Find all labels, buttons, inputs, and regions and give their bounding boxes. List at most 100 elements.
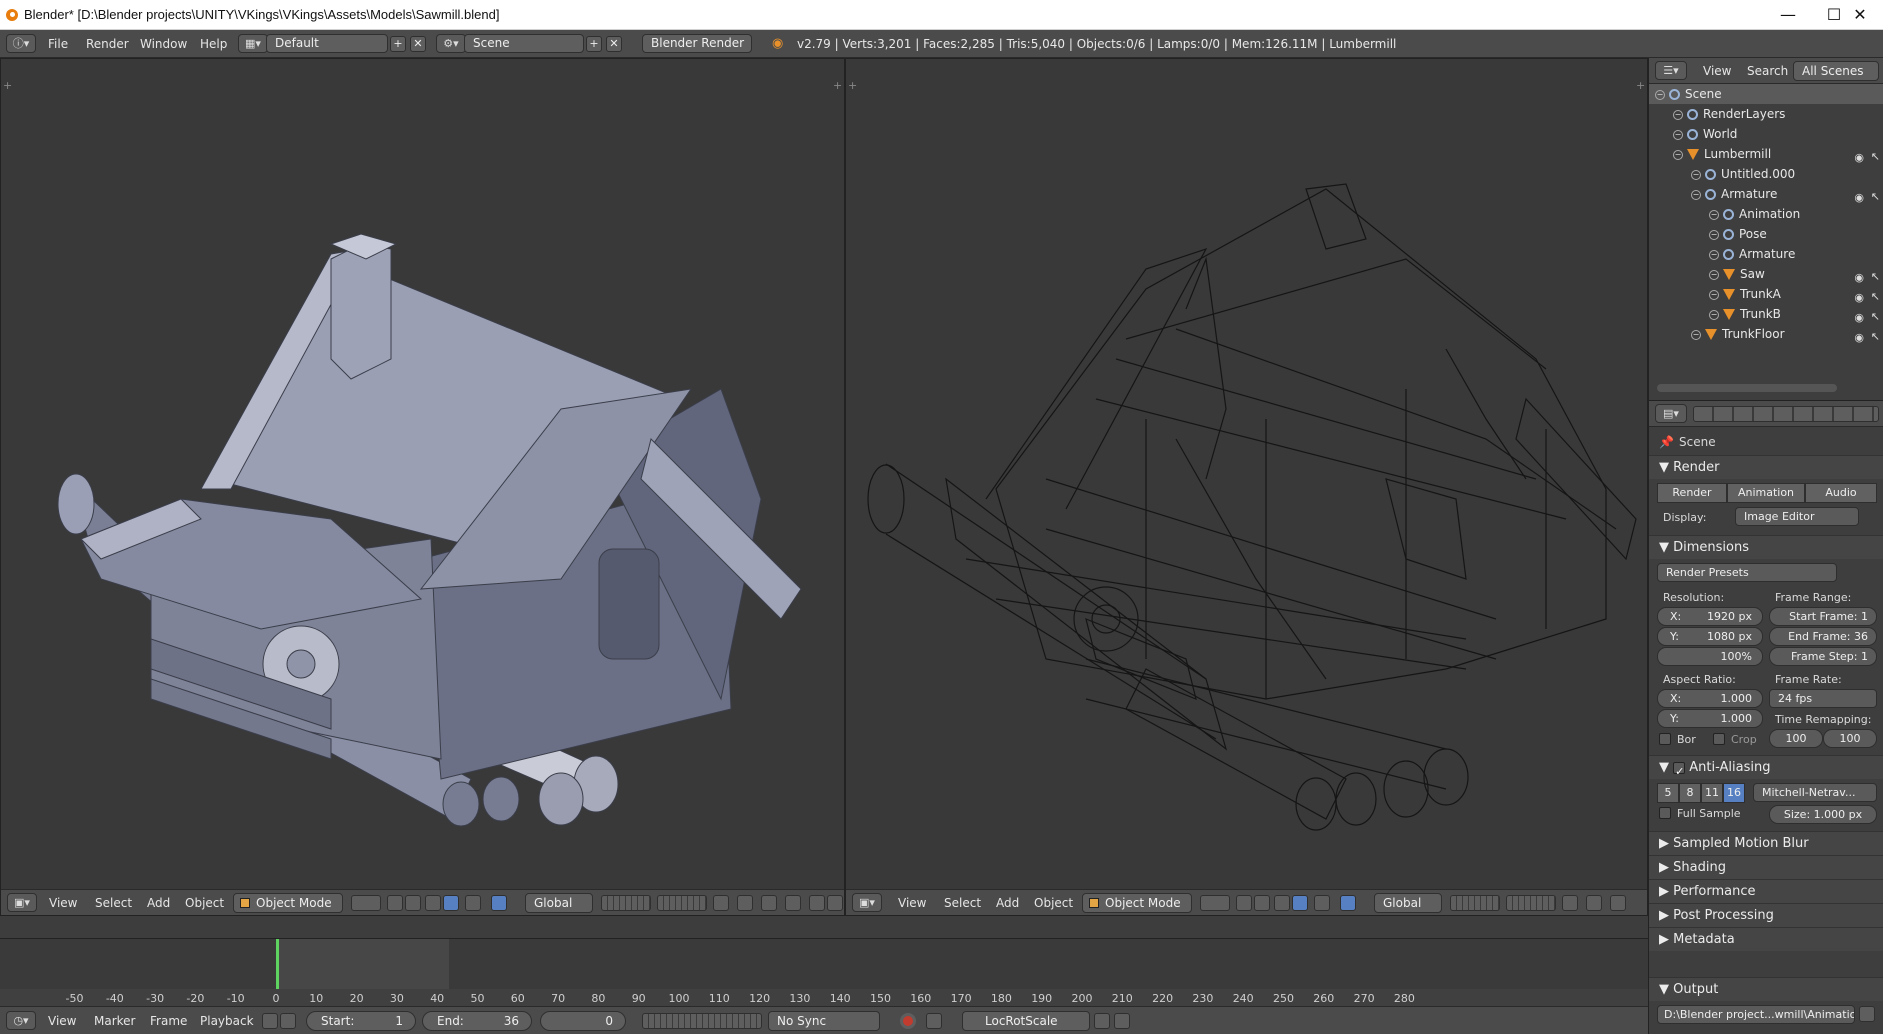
expand-toggle-icon[interactable]: −	[1673, 149, 1683, 160]
menu-object[interactable]: Object	[1034, 896, 1073, 910]
collapsed-panel-header[interactable]: ▶ Post Processing	[1649, 903, 1883, 927]
filter-size-field[interactable]: Size: 1.000 px	[1769, 805, 1877, 824]
output-panel-header[interactable]: ▼ Output	[1649, 977, 1883, 1001]
menu-view[interactable]: View	[49, 896, 77, 910]
viewport-left[interactable]: + + ▣▾ View Select Add Object Object Mod…	[0, 58, 845, 916]
outliner-item[interactable]: − TrunkB ◉ ↖	[1649, 304, 1883, 324]
expand-toggle-icon[interactable]: −	[1655, 89, 1665, 100]
editor-type-3d-icon[interactable]: ▣▾	[852, 893, 882, 912]
expand-toggle-icon[interactable]: −	[1691, 189, 1701, 200]
proportional-edit-icon[interactable]	[737, 895, 753, 911]
outliner-item[interactable]: − Lumbermill ◉ ↖	[1649, 144, 1883, 164]
opengl-anim-icon[interactable]	[827, 895, 843, 911]
selectable-cursor-icon[interactable]: ↖	[1871, 327, 1880, 347]
aa-sample-16[interactable]: 16	[1723, 783, 1745, 803]
proportional-edit-icon[interactable]	[1586, 895, 1602, 911]
remove-scene-icon[interactable]: ✕	[606, 36, 622, 52]
viewport-shading-icon[interactable]	[1200, 895, 1230, 911]
menu-add[interactable]: Add	[996, 896, 1019, 910]
expand-toggle-icon[interactable]: −	[1709, 289, 1719, 300]
keying-set-select[interactable]: LocRotScale	[962, 1011, 1090, 1031]
editor-type-properties-icon[interactable]: ▤▾	[1655, 404, 1687, 423]
preview-range-icon[interactable]	[262, 1013, 278, 1029]
add-scene-icon[interactable]: +	[586, 36, 602, 52]
render-panel-header[interactable]: ▼ Render	[1649, 455, 1883, 479]
animation-button[interactable]: Animation	[1727, 483, 1805, 503]
insert-keyframe-icon[interactable]	[1094, 1013, 1110, 1029]
layers-grid-1[interactable]	[601, 895, 651, 911]
pivot-point-icon[interactable]	[1236, 895, 1252, 911]
audio-button[interactable]: Audio	[1805, 483, 1877, 503]
layers-grid-1[interactable]	[1450, 895, 1500, 911]
current-frame-cursor[interactable]	[276, 939, 279, 995]
aa-sample-8[interactable]: 8	[1679, 783, 1701, 803]
translate-manipulator-icon[interactable]	[1274, 895, 1290, 911]
outliner-scrollbar[interactable]	[1657, 384, 1837, 392]
outliner-item[interactable]: − Scene	[1649, 84, 1883, 104]
outliner-item[interactable]: − TrunkA ◉ ↖	[1649, 284, 1883, 304]
resolution-x-field[interactable]: X: 1920 px	[1657, 607, 1763, 626]
end-frame-field[interactable]: End Frame: 36	[1769, 627, 1877, 646]
aa-sample-11[interactable]: 11	[1701, 783, 1723, 803]
menu-object[interactable]: Object	[185, 896, 224, 910]
sync-mode-select[interactable]: No Sync	[768, 1011, 880, 1031]
remap-new-field[interactable]: 100	[1823, 729, 1877, 748]
menu-playback[interactable]: Playback	[200, 1014, 254, 1028]
viewport-shading-icon[interactable]	[351, 895, 381, 911]
collapsed-panel-header[interactable]: ▶ Shading	[1649, 855, 1883, 879]
expand-toggle-icon[interactable]: −	[1709, 309, 1719, 320]
full-sample-checkbox[interactable]	[1659, 807, 1671, 819]
editor-type-info-icon[interactable]: ⓘ▾	[6, 34, 36, 53]
start-frame-field[interactable]: Start: 1	[306, 1011, 416, 1031]
editor-type-3d-icon[interactable]: ▣▾	[7, 893, 37, 912]
output-path-field[interactable]: D:\Blender project...wmill\Animation\	[1657, 1005, 1855, 1024]
manipulator-toggle-icon[interactable]	[405, 895, 421, 911]
resolution-percent-field[interactable]: 100%	[1657, 647, 1763, 666]
object-mode-select[interactable]: Object Mode	[1082, 893, 1192, 913]
close-button[interactable]: ✕	[1837, 0, 1883, 30]
outliner-item[interactable]: − Animation	[1649, 204, 1883, 224]
rotate-manipulator-icon[interactable]	[1292, 895, 1308, 911]
outliner-item[interactable]: − RenderLayers	[1649, 104, 1883, 124]
frame-rate-select[interactable]: 24 fps	[1769, 689, 1877, 708]
scene-field[interactable]: Scene	[464, 34, 584, 53]
scene-icon[interactable]: ⚙▾	[436, 34, 466, 53]
expand-toggle-icon[interactable]: −	[1691, 169, 1701, 180]
menu-view[interactable]: View	[1703, 64, 1731, 78]
menu-help[interactable]: Help	[200, 37, 227, 51]
layers-grid-2[interactable]	[657, 895, 707, 911]
expand-toggle-icon[interactable]: −	[1709, 269, 1719, 280]
outliner-item[interactable]: − Armature	[1649, 244, 1883, 264]
render-presets-select[interactable]: Render Presets	[1657, 563, 1837, 582]
menu-render[interactable]: Render	[86, 37, 129, 51]
viewport-right[interactable]: + + ▣▾ View Select Add Object Object Mod…	[845, 58, 1648, 916]
anti-aliasing-checkbox[interactable]	[1673, 760, 1686, 784]
menu-frame[interactable]: Frame	[150, 1014, 187, 1028]
menu-select[interactable]: Select	[95, 896, 132, 910]
manipulator-toggle-icon[interactable]	[1254, 895, 1270, 911]
remove-screen-icon[interactable]: ✕	[410, 36, 426, 52]
timeline-area[interactable]: -50 -40 -30 -20 -10 0 10 20 30 40 50 60 70 80 90 100 110…	[0, 938, 1648, 1007]
minimize-button[interactable]: —	[1765, 0, 1811, 30]
collapsed-panel-header[interactable]: ▶ Metadata	[1649, 927, 1883, 951]
border-checkbox[interactable]	[1659, 733, 1671, 745]
outliner-item[interactable]: − World	[1649, 124, 1883, 144]
screen-layout-icon[interactable]: ▦▾	[238, 34, 268, 53]
expand-toggle-icon[interactable]: −	[1673, 129, 1683, 140]
menu-select[interactable]: Select	[944, 896, 981, 910]
start-frame-field[interactable]: Start Frame: 1	[1769, 607, 1877, 626]
expand-toggle-icon[interactable]: −	[1709, 249, 1719, 260]
scale-manipulator-icon[interactable]	[465, 895, 481, 911]
snap-target-icon[interactable]	[785, 895, 801, 911]
editor-type-outliner-icon[interactable]: ☰▾	[1655, 61, 1687, 80]
aspect-y-field[interactable]: Y: 1.000	[1657, 709, 1763, 728]
visibility-eye-icon[interactable]: ◉	[1854, 328, 1864, 348]
properties-context-tabs[interactable]	[1693, 406, 1879, 422]
expand-toggle-icon[interactable]: −	[1673, 109, 1683, 120]
opengl-render-icon[interactable]	[809, 895, 825, 911]
aspect-x-field[interactable]: X: 1.000	[1657, 689, 1763, 708]
outliner-item[interactable]: − Pose	[1649, 224, 1883, 244]
outliner-item[interactable]: − Armature ◉ ↖	[1649, 184, 1883, 204]
menu-file[interactable]: File	[48, 37, 68, 51]
outliner-item[interactable]: − TrunkFloor ◉ ↖	[1649, 324, 1883, 344]
